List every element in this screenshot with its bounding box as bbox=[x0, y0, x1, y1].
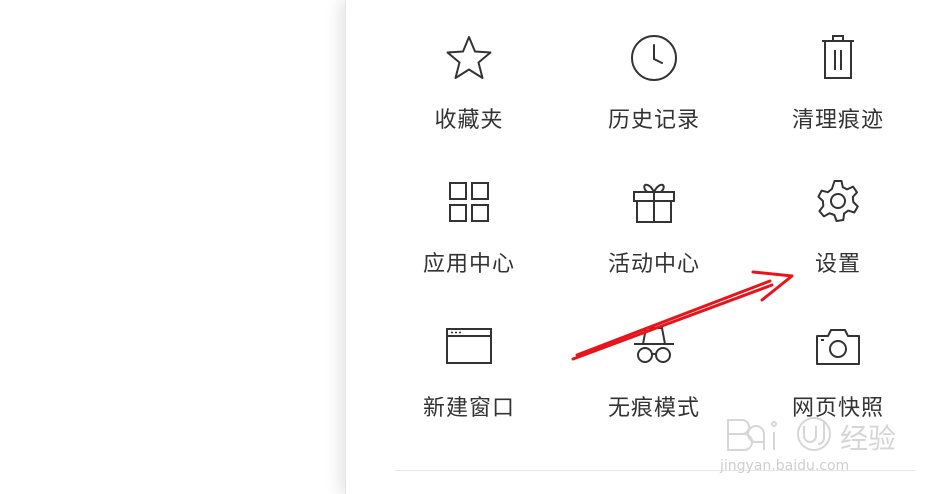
incognito-icon bbox=[628, 320, 680, 372]
menu-item-label: 无痕模式 bbox=[607, 396, 700, 421]
clock-icon bbox=[628, 32, 680, 84]
menu-item-label: 清理痕迹 bbox=[791, 108, 884, 133]
menu-item-clear-traces[interactable]: 清理痕迹 bbox=[753, 32, 923, 152]
menu-item-label: 活动中心 bbox=[607, 252, 700, 277]
menu-item-favorites[interactable]: 收藏夹 bbox=[384, 32, 554, 152]
menu-item-label: 应用中心 bbox=[422, 252, 515, 277]
grid-icon bbox=[443, 176, 495, 228]
menu-divider bbox=[395, 470, 915, 471]
menu-item-label: 收藏夹 bbox=[434, 108, 504, 133]
menu-item-new-window[interactable]: 新建窗口 bbox=[384, 320, 554, 440]
menu-item-incognito-mode[interactable]: 无痕模式 bbox=[569, 320, 739, 440]
star-icon bbox=[443, 32, 495, 84]
gear-icon bbox=[812, 176, 864, 228]
menu-item-history[interactable]: 历史记录 bbox=[569, 32, 739, 152]
menu-item-label: 新建窗口 bbox=[422, 396, 515, 421]
menu-item-label: 历史记录 bbox=[607, 108, 700, 133]
menu-item-app-center[interactable]: 应用中心 bbox=[384, 176, 554, 296]
trash-icon bbox=[812, 32, 864, 84]
camera-icon bbox=[812, 320, 864, 372]
menu-item-page-snapshot[interactable]: 网页快照 bbox=[753, 320, 923, 440]
menu-item-activity-center[interactable]: 活动中心 bbox=[569, 176, 739, 296]
menu-item-label: 网页快照 bbox=[791, 396, 884, 421]
page-background bbox=[0, 0, 345, 494]
menu-item-label: 设置 bbox=[814, 252, 861, 277]
menu-item-settings[interactable]: 设置 bbox=[753, 176, 923, 296]
gift-icon bbox=[628, 176, 680, 228]
window-icon bbox=[443, 320, 495, 372]
